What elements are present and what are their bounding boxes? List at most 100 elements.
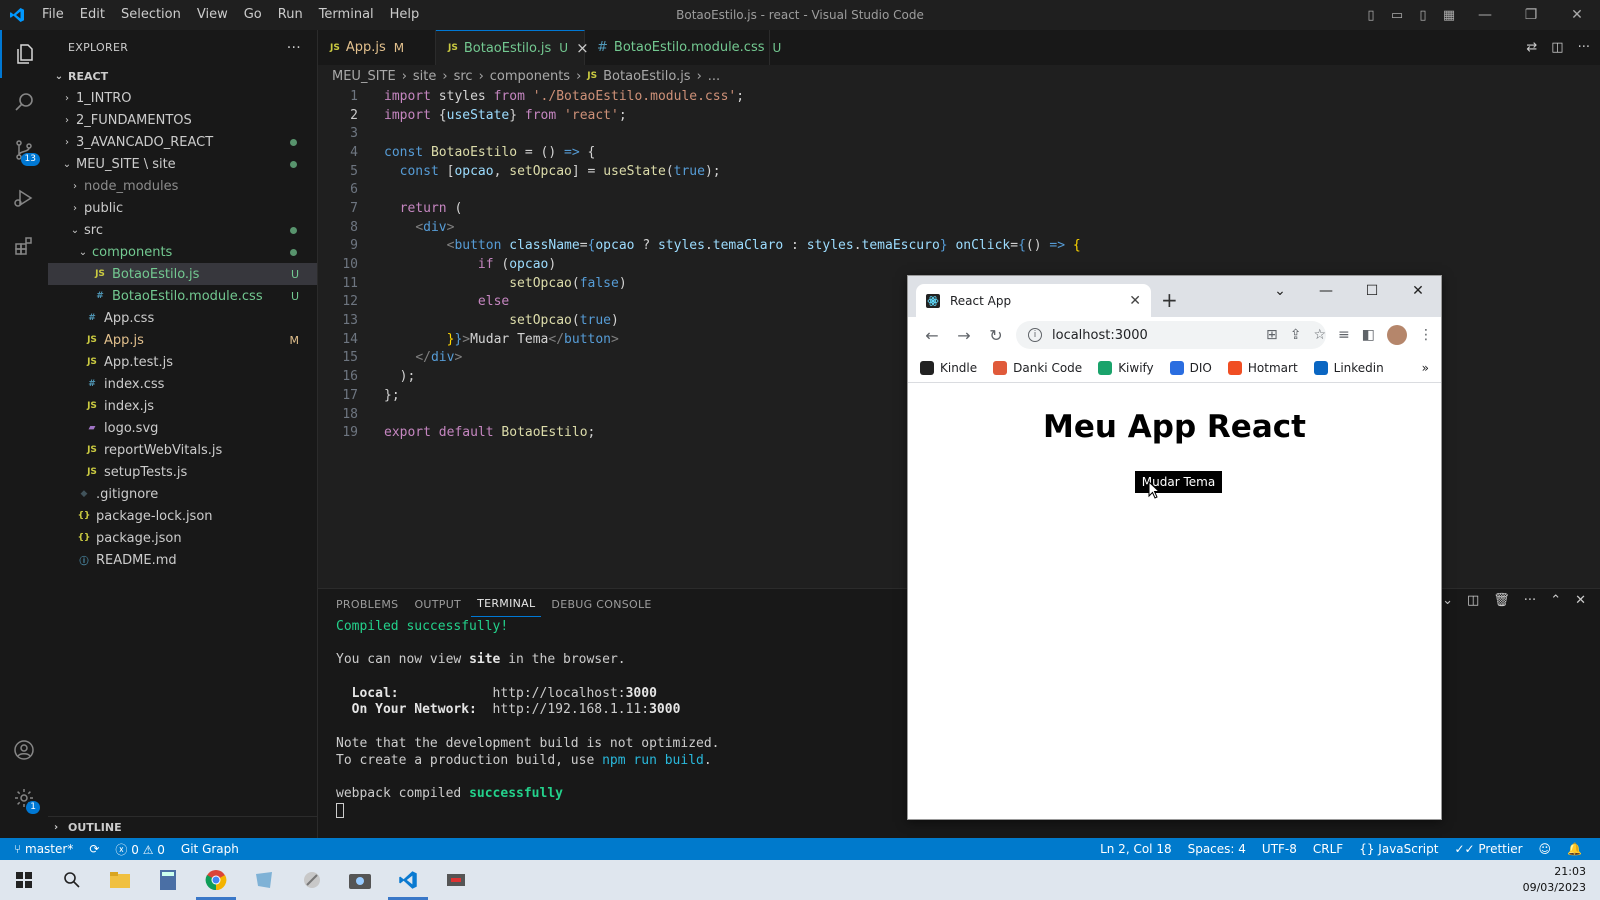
menu-view[interactable]: View bbox=[189, 0, 236, 30]
prettier-status[interactable]: ✓✓ Prettier bbox=[1446, 842, 1530, 856]
encoding-status[interactable]: UTF-8 bbox=[1254, 842, 1305, 856]
maximize-panel-icon[interactable]: ⌃ bbox=[1550, 593, 1561, 608]
tab-botaoestilo-js[interactable]: JS BotaoEstilo.js U × bbox=[436, 30, 589, 65]
kebab-menu-icon[interactable]: ⋮ bbox=[1419, 327, 1433, 343]
branch-status[interactable]: ⑂ master* bbox=[0, 842, 81, 856]
close-window-icon[interactable]: ✕ bbox=[1554, 0, 1600, 30]
bookmark-item[interactable]: Danki Code bbox=[993, 360, 1082, 375]
windows-start-icon[interactable] bbox=[0, 860, 48, 900]
toggle-panel-icon[interactable]: ▭ bbox=[1384, 0, 1410, 30]
tree-item[interactable]: ⌄ src bbox=[48, 219, 317, 241]
sync-icon[interactable]: ⟳ bbox=[81, 842, 107, 856]
bookmark-item[interactable]: Linkedin bbox=[1313, 360, 1384, 375]
menu-run[interactable]: Run bbox=[270, 0, 311, 30]
manage-gear-icon[interactable]: 1 bbox=[0, 774, 48, 822]
indentation-status[interactable]: Spaces: 4 bbox=[1180, 842, 1254, 856]
tab-problems[interactable]: PROBLEMS bbox=[330, 598, 404, 617]
reload-icon[interactable]: ↻ bbox=[980, 326, 1012, 345]
file-explorer-icon[interactable] bbox=[96, 860, 144, 900]
menu-go[interactable]: Go bbox=[236, 0, 270, 30]
tree-item[interactable]: {} package.json bbox=[48, 527, 317, 549]
tool-icon[interactable] bbox=[288, 860, 336, 900]
back-icon[interactable]: ← bbox=[916, 326, 948, 345]
split-terminal-icon[interactable]: ◫ bbox=[1467, 593, 1479, 608]
trash-icon[interactable]: 🗑 bbox=[1493, 593, 1510, 608]
split-editor-icon[interactable]: ◫ bbox=[1551, 40, 1563, 55]
open-changes-icon[interactable]: ⇄ bbox=[1526, 40, 1537, 55]
game-icon[interactable] bbox=[432, 860, 480, 900]
more-actions-icon[interactable]: ··· bbox=[1578, 40, 1590, 55]
tree-item[interactable]: JS reportWebVitals.js bbox=[48, 439, 317, 461]
bookmark-item[interactable]: Kindle bbox=[920, 360, 977, 375]
taskbar-search-icon[interactable] bbox=[48, 860, 96, 900]
breadcrumb-item[interactable]: site bbox=[413, 69, 436, 84]
tab-debug-console[interactable]: DEBUG CONSOLE bbox=[545, 598, 657, 617]
browser-tab[interactable]: React App ✕ bbox=[916, 284, 1151, 317]
cursor-position[interactable]: Ln 2, Col 18 bbox=[1092, 842, 1180, 856]
menu-file[interactable]: File bbox=[34, 0, 72, 30]
bookmark-item[interactable]: Hotmart bbox=[1227, 360, 1298, 375]
tree-item[interactable]: ⌄ components bbox=[48, 241, 317, 263]
menu-help[interactable]: Help bbox=[382, 0, 428, 30]
customize-layout-icon[interactable]: ▦ bbox=[1436, 0, 1462, 30]
calculator-icon[interactable] bbox=[144, 860, 192, 900]
git-graph-status[interactable]: Git Graph bbox=[173, 842, 247, 856]
bookmark-item[interactable]: DIO bbox=[1169, 360, 1212, 375]
maximize-icon[interactable]: ☐ bbox=[1349, 276, 1395, 306]
reading-list-icon[interactable]: ≡ bbox=[1338, 327, 1350, 343]
source-control-icon[interactable]: 13 bbox=[0, 126, 48, 174]
site-info-icon[interactable]: i bbox=[1028, 328, 1042, 342]
tab-terminal[interactable]: TERMINAL bbox=[471, 597, 542, 617]
tree-item[interactable]: ◆ .gitignore bbox=[48, 483, 317, 505]
terminal-output[interactable]: Compiled successfully! You can now view … bbox=[336, 619, 720, 819]
toggle-secondary-sidebar-icon[interactable]: ▯ bbox=[1410, 0, 1436, 30]
language-status[interactable]: {} JavaScript bbox=[1351, 842, 1446, 856]
profile-avatar[interactable] bbox=[1387, 325, 1407, 345]
eol-status[interactable]: CRLF bbox=[1305, 842, 1351, 856]
run-debug-icon[interactable] bbox=[0, 174, 48, 222]
tree-item[interactable]: ⌄ MEU_SITE \ site bbox=[48, 153, 317, 175]
close-panel-icon[interactable]: ✕ bbox=[1575, 593, 1586, 608]
bookmark-item[interactable]: Kiwify bbox=[1098, 360, 1154, 375]
toggle-sidebar-icon[interactable]: ▯ bbox=[1358, 0, 1384, 30]
side-panel-icon[interactable]: ◧ bbox=[1362, 327, 1375, 343]
tree-item[interactable]: # App.css bbox=[48, 307, 317, 329]
tree-item[interactable]: JS App.js M bbox=[48, 329, 317, 351]
extensions-icon[interactable] bbox=[0, 222, 48, 270]
bookmark-star-icon[interactable]: ☆ bbox=[1313, 327, 1326, 343]
new-tab-icon[interactable]: + bbox=[1161, 288, 1178, 312]
tree-item[interactable]: ⓘ README.md bbox=[48, 549, 317, 571]
tab-botaoestilo-module-css[interactable]: # BotaoEstilo.module.css U bbox=[585, 30, 781, 65]
tree-item[interactable]: › public bbox=[48, 197, 317, 219]
breadcrumb-item[interactable]: components bbox=[490, 69, 570, 84]
breadcrumb-item[interactable]: src bbox=[454, 69, 473, 84]
more-bookmarks-icon[interactable]: » bbox=[1422, 361, 1429, 375]
vscode-taskbar-icon[interactable] bbox=[384, 860, 432, 900]
explorer-icon[interactable] bbox=[0, 30, 48, 78]
tab-search-icon[interactable]: ⌄ bbox=[1257, 276, 1303, 306]
outline-section[interactable]: › OUTLINE bbox=[48, 816, 318, 838]
breadcrumb-item[interactable]: BotaoEstilo.js bbox=[603, 69, 690, 84]
forward-icon[interactable]: → bbox=[948, 326, 980, 345]
tree-item[interactable]: {} package-lock.json bbox=[48, 505, 317, 527]
tree-item[interactable]: JS BotaoEstilo.js U bbox=[48, 263, 317, 285]
minimize-icon[interactable]: — bbox=[1462, 0, 1508, 30]
minimize-icon[interactable]: — bbox=[1303, 276, 1349, 306]
accounts-icon[interactable] bbox=[0, 726, 48, 774]
workspace-root[interactable]: ⌄ REACT bbox=[48, 65, 317, 87]
tree-item[interactable]: # BotaoEstilo.module.css U bbox=[48, 285, 317, 307]
share-icon[interactable]: ⇪ bbox=[1290, 327, 1302, 343]
tree-item[interactable]: ▰ logo.svg bbox=[48, 417, 317, 439]
tree-item[interactable]: › node_modules bbox=[48, 175, 317, 197]
search-icon[interactable] bbox=[0, 78, 48, 126]
translate-icon[interactable]: ⊞ bbox=[1266, 327, 1278, 343]
more-actions-icon[interactable]: ··· bbox=[1524, 593, 1536, 608]
system-clock[interactable]: 21:03 09/03/2023 bbox=[1523, 864, 1586, 896]
menu-terminal[interactable]: Terminal bbox=[311, 0, 382, 30]
breadcrumb-item[interactable]: MEU_SITE bbox=[332, 69, 396, 84]
tree-item[interactable]: › 3_AVANCADO_REACT bbox=[48, 131, 317, 153]
tab-output[interactable]: OUTPUT bbox=[408, 598, 467, 617]
breadcrumb-item[interactable]: ... bbox=[708, 69, 720, 84]
tree-item[interactable]: JS index.js bbox=[48, 395, 317, 417]
close-tab-icon[interactable]: ✕ bbox=[1129, 293, 1141, 309]
